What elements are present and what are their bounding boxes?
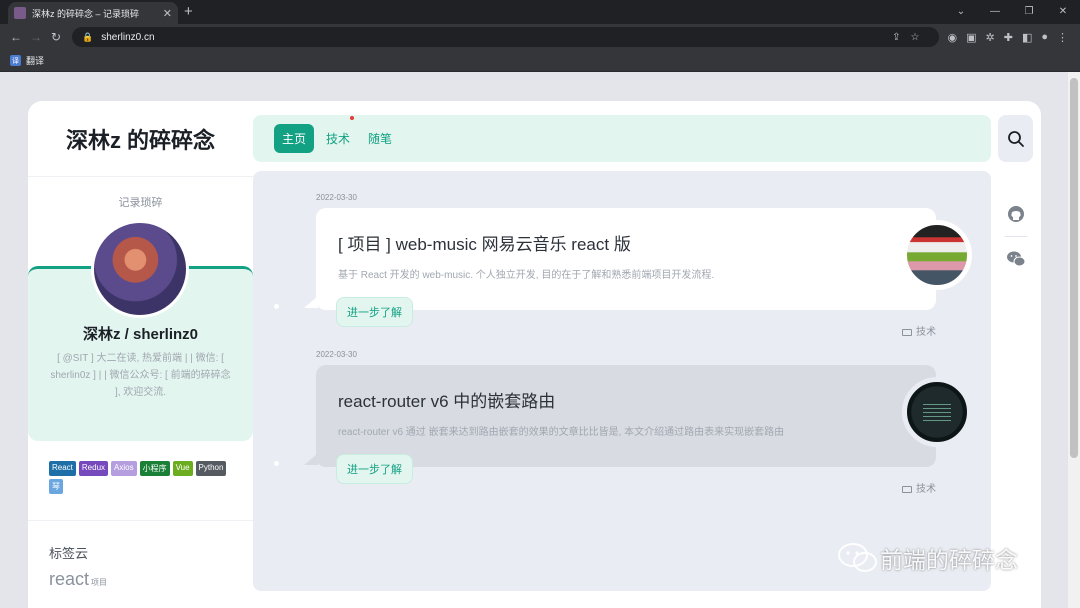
search-button[interactable] bbox=[998, 115, 1033, 162]
extension-screenshot-icon[interactable]: ▣ bbox=[966, 31, 976, 44]
read-more-button[interactable]: 进一步了解 bbox=[336, 454, 413, 484]
tab-strip: 深林z 的碎碎念 – 记录琐碎 ✕ + ⌄ — ❐ ✕ bbox=[0, 0, 1080, 24]
tag-cloud-project[interactable]: 项目 bbox=[91, 578, 107, 587]
site-tagline: 记录琐碎 bbox=[118, 197, 163, 209]
browser-tab[interactable]: 深林z 的碎碎念 – 记录琐碎 ✕ bbox=[8, 2, 178, 24]
bubble-tail bbox=[304, 296, 318, 308]
tag-cloud: react 项目 bbox=[49, 569, 107, 590]
sidebar-divider bbox=[28, 520, 253, 521]
tab-title: 深林z 的碎碎念 – 记录琐碎 bbox=[32, 8, 140, 19]
back-icon[interactable]: ← bbox=[6, 30, 26, 44]
search-icon bbox=[1007, 130, 1024, 147]
sidebar: 记录琐碎 深林z / sherlinz0 [ @SIT ] 大二在读, 热爱前端… bbox=[28, 177, 253, 608]
watermark-text: 前端的碎碎念 bbox=[880, 547, 1018, 573]
post-thumbnail[interactable] bbox=[902, 220, 972, 290]
post-category[interactable]: 技术 bbox=[902, 480, 936, 495]
extensions: ◉ ▣ ✲ ✚ ◧ ● ⋮ bbox=[947, 31, 1074, 44]
wechat-icon[interactable] bbox=[1006, 250, 1026, 268]
post-date: 2022-03-30 bbox=[316, 193, 357, 202]
tag-miniprogram[interactable]: 小程序 bbox=[139, 461, 170, 476]
share-icon[interactable]: ⇪ bbox=[892, 32, 910, 43]
post-card[interactable]: [ 项目 ] web-music 网易云音乐 react 版 基于 React … bbox=[274, 208, 972, 327]
timeline-dot bbox=[274, 304, 279, 309]
profile-bio: [ @SIT ] 大二在读, 热爱前端 | | 微信: [ sherlin0z … bbox=[50, 353, 231, 398]
post-category[interactable]: 技术 bbox=[902, 323, 936, 338]
bookmark-translate[interactable]: 翻译 bbox=[26, 54, 44, 67]
profile-icon[interactable]: ● bbox=[1041, 31, 1048, 44]
site-title: 深林z 的碎碎念 bbox=[65, 127, 216, 153]
post-excerpt: react-router v6 通过 嵌套来达到路由嵌套的效果的文章比比皆是, … bbox=[338, 427, 785, 438]
folder-icon bbox=[902, 329, 912, 336]
timeline-dot bbox=[274, 461, 279, 466]
post-timeline: 2022-03-30 [ 项目 ] web-music 网易云音乐 react … bbox=[253, 171, 991, 591]
new-tab-icon[interactable]: + bbox=[184, 3, 193, 20]
wechat-watermark: 前端的碎碎念 bbox=[836, 541, 1018, 575]
bubble-tail bbox=[304, 453, 318, 465]
wechat-logo-icon bbox=[838, 543, 877, 572]
bookmarks-bar: 译 翻译 bbox=[0, 50, 1080, 72]
window-controls: ⌄ — ❐ ✕ bbox=[944, 0, 1080, 22]
site-favicon-icon bbox=[14, 7, 26, 19]
post-excerpt: 基于 React 开发的 web-music. 个人独立开发, 目的在于了解和熟… bbox=[338, 270, 715, 281]
nav-home[interactable]: 主页 bbox=[274, 124, 315, 153]
post-item: 2022-03-30 react-router v6 中的嵌套路由 react-… bbox=[274, 350, 972, 495]
close-window-icon[interactable]: ✕ bbox=[1046, 0, 1080, 22]
site-brand[interactable]: 深林z 的碎碎念 bbox=[28, 101, 253, 177]
extension-record-icon[interactable]: ◉ bbox=[947, 31, 957, 44]
post-card[interactable]: react-router v6 中的嵌套路由 react-router v6 通… bbox=[274, 365, 972, 484]
page-viewport: 深林z 的碎碎念 主页 技术 随笔 记录琐碎 深林z / sherlinz0 [… bbox=[0, 72, 1080, 608]
post-category-label: 技术 bbox=[916, 484, 936, 495]
skill-tags: React Redux Axios 小程序 Vue Python 琴 bbox=[49, 461, 239, 494]
tag-react[interactable]: React bbox=[49, 461, 76, 476]
menu-kebab-icon[interactable]: ⋮ bbox=[1057, 31, 1068, 44]
tag-axios[interactable]: Axios bbox=[111, 461, 137, 476]
post-date: 2022-03-30 bbox=[316, 350, 357, 359]
close-tab-icon[interactable]: ✕ bbox=[163, 7, 172, 20]
social-divider bbox=[1005, 236, 1027, 237]
tag-piano[interactable]: 琴 bbox=[49, 479, 63, 494]
bookmark-star-icon[interactable]: ☆ bbox=[911, 32, 930, 43]
side-panel-icon[interactable]: ◧ bbox=[1022, 31, 1032, 44]
tag-redux[interactable]: Redux bbox=[78, 461, 109, 476]
translate-icon: 译 bbox=[10, 55, 21, 66]
extensions-puzzle-icon[interactable]: ✚ bbox=[1004, 31, 1013, 44]
main-nav: 主页 技术 随笔 bbox=[253, 115, 991, 162]
reload-icon[interactable]: ↻ bbox=[46, 30, 66, 44]
github-icon[interactable] bbox=[1007, 205, 1025, 223]
lock-icon[interactable]: 🔒 bbox=[82, 32, 93, 43]
extension-react-icon[interactable]: ✲ bbox=[986, 31, 995, 44]
folder-icon bbox=[902, 486, 912, 493]
tag-python[interactable]: Python bbox=[195, 461, 227, 476]
post-title[interactable]: react-router v6 中的嵌套路由 bbox=[338, 387, 852, 412]
tag-cloud-react[interactable]: react bbox=[49, 569, 89, 589]
post-category-label: 技术 bbox=[916, 327, 936, 338]
scrollbar-thumb[interactable] bbox=[1070, 78, 1078, 458]
post-item: 2022-03-30 [ 项目 ] web-music 网易云音乐 react … bbox=[274, 193, 972, 338]
address-bar[interactable]: 🔒 sherlinz0.cn ⇪ ☆ bbox=[72, 27, 940, 47]
site-container: 深林z 的碎碎念 主页 技术 随笔 记录琐碎 深林z / sherlinz0 [… bbox=[28, 101, 1041, 608]
tag-vue[interactable]: Vue bbox=[172, 461, 193, 476]
read-more-button[interactable]: 进一步了解 bbox=[336, 297, 413, 327]
post-title[interactable]: [ 项目 ] web-music 网易云音乐 react 版 bbox=[338, 230, 852, 255]
tag-cloud-title: 标签云 bbox=[49, 546, 89, 561]
tab-search-icon[interactable]: ⌄ bbox=[944, 0, 978, 22]
browser-toolbar: ← → ↻ 🔒 sherlinz0.cn ⇪ ☆ ◉ ▣ ✲ ✚ ◧ ● ⋮ bbox=[0, 24, 1080, 50]
social-links bbox=[1000, 205, 1032, 268]
minimize-icon[interactable]: — bbox=[978, 0, 1012, 22]
profile-name: 深林z / sherlinz0 bbox=[82, 326, 199, 343]
avatar bbox=[91, 220, 189, 318]
forward-icon[interactable]: → bbox=[26, 30, 46, 44]
nav-essays[interactable]: 随笔 bbox=[362, 124, 398, 153]
page-scrollbar[interactable] bbox=[1068, 72, 1080, 608]
nav-tech[interactable]: 技术 bbox=[320, 124, 356, 153]
url-text: sherlinz0.cn bbox=[101, 31, 155, 43]
cursor-marker bbox=[350, 116, 354, 120]
restore-icon[interactable]: ❐ bbox=[1012, 0, 1046, 22]
post-thumbnail[interactable] bbox=[902, 377, 972, 447]
